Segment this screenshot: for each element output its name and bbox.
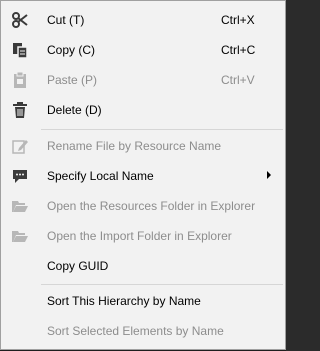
menu-item-specify-local-name[interactable]: Specify Local Name [3,163,283,189]
folder-open-icon [11,227,29,245]
menu-item-label: Cut (T) [47,13,85,27]
menu-item-label: Specify Local Name [47,169,154,183]
comment-icon [11,167,29,185]
menu-item-label: Sort This Hierarchy by Name [47,294,201,308]
menu-item-sort-hierarchy[interactable]: Sort This Hierarchy by Name [3,288,283,314]
menu-item-open-resources-folder[interactable]: Open the Resources Folder in Explorer [3,193,283,219]
menu-separator [41,129,283,130]
edit-icon [11,137,29,155]
menu-item-label: Rename File by Resource Name [47,139,222,153]
menu-item-label: Copy GUID [47,259,109,273]
copy-icon [11,41,29,59]
menu-item-open-import-folder[interactable]: Open the Import Folder in Explorer [3,223,283,249]
menu-item-label: Paste (P) [47,73,98,87]
menu-item-paste[interactable]: Paste (P) Ctrl+V [3,67,283,93]
menu-item-label: Open the Import Folder in Explorer [47,229,232,243]
menu-item-label: Delete (D) [47,103,102,117]
scissors-icon [11,11,29,29]
menu-item-copy-guid[interactable]: Copy GUID [3,253,283,279]
menu-item-label: Open the Resources Folder in Explorer [47,199,256,213]
menu-item-label: Copy (C) [47,43,96,57]
menu-item-rename-file[interactable]: Rename File by Resource Name [3,133,283,159]
menu-item-copy[interactable]: Copy (C) Ctrl+C [3,37,283,63]
shortcut-label: Ctrl+C [221,43,256,57]
shortcut-label: Ctrl+X [221,13,255,27]
menu-item-cut[interactable]: Cut (T) Ctrl+X [3,7,283,33]
submenu-arrow-icon [267,171,271,179]
menu-item-sort-selected[interactable]: Sort Selected Elements by Name [3,318,283,344]
clipboard-icon [11,71,29,89]
context-menu: Cut (T) Ctrl+X Copy (C) Ctrl+C Paste (P)… [0,0,286,350]
shortcut-label: Ctrl+V [221,73,255,87]
menu-item-label: Sort Selected Elements by Name [47,324,224,338]
folder-open-icon [11,197,29,215]
menu-separator [41,284,283,285]
menu-item-delete[interactable]: Delete (D) [3,97,283,123]
trash-icon [11,101,29,119]
